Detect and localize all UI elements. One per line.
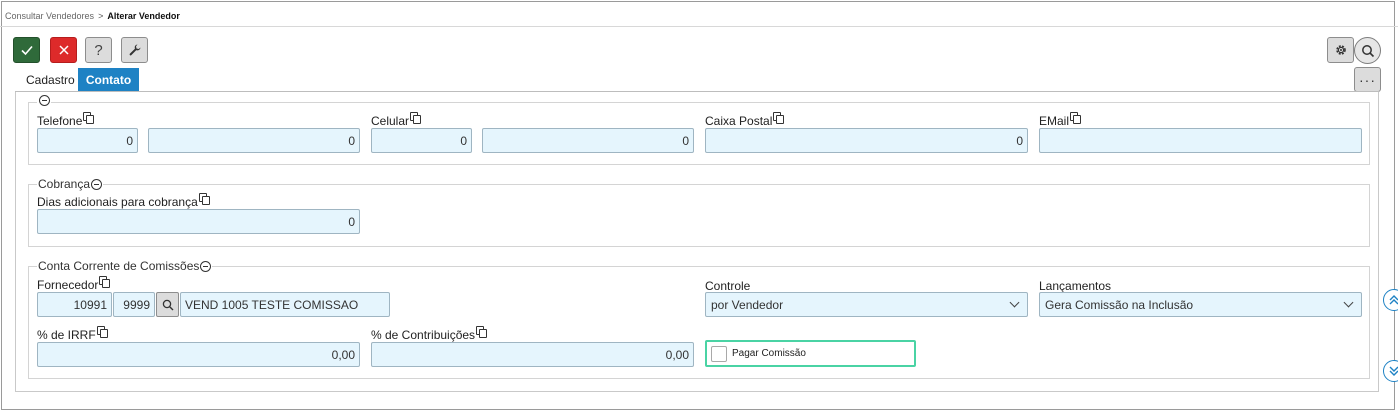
cobranca-legend: Cobrança [37,177,104,191]
help-button[interactable]: ? [85,37,112,63]
fornecedor-loja-input[interactable]: 9999 [113,292,155,317]
fornecedor-label-text: Fornecedor [37,278,99,292]
tab-contato[interactable]: Contato [78,68,139,91]
collapse-icon[interactable] [91,178,103,190]
copy-icon[interactable] [1070,112,1082,124]
chevron-down-icon [1009,297,1020,308]
comissoes-legend: Conta Corrente de Comissões [37,259,213,273]
contribuicoes-input[interactable]: 0,00 [371,342,694,367]
pagar-comissao-label: Pagar Comissão [732,348,806,359]
tools-button[interactable] [121,37,148,63]
ellipsis-icon: ··· [1359,71,1376,88]
wrench-icon [129,44,140,56]
email-label: EMail [1039,112,1082,128]
search-icon [1361,44,1374,57]
email-input[interactable] [1039,128,1362,153]
telefone-label-text: Telefone [37,114,83,128]
telefone-label: Telefone [37,112,95,128]
controle-select[interactable]: por Vendedor [705,292,1028,317]
controle-selected-value: por Vendedor [711,297,784,312]
search-button[interactable] [1354,37,1381,64]
telefone-ddd-input[interactable]: 0 [37,128,138,153]
more-options-button[interactable]: ··· [1354,67,1381,92]
lancamentos-selected-value: Gera Comissão na Inclusão [1045,297,1194,312]
caixa-postal-input[interactable]: 0 [705,128,1028,153]
collapse-icon[interactable] [200,260,212,272]
search-icon [162,299,173,310]
comissoes-legend-text: Conta Corrente de Comissões [38,259,200,273]
celular-numero-input[interactable]: 0 [482,128,694,153]
fornecedor-lookup-button[interactable] [156,292,179,317]
dias-cobranca-label-text: Dias adicionais para cobrança [37,195,198,209]
checkbox-box[interactable] [711,345,727,362]
cancel-button[interactable] [50,37,77,63]
copy-icon[interactable] [410,112,422,124]
copy-icon[interactable] [198,193,210,205]
copy-icon[interactable] [476,326,488,338]
email-label-text: EMail [1039,114,1070,128]
double-chevron-up-icon [1389,295,1398,305]
celular-label: Celular [371,112,422,128]
lancamentos-select[interactable]: Gera Comissão na Inclusão [1039,292,1362,317]
fornecedor-nome-input[interactable]: VEND 1005 TESTE COMISSAO [180,292,390,317]
lancamentos-label: Lançamentos [1039,279,1112,293]
check-icon [20,45,33,56]
irrf-label: % de IRRF [37,326,108,342]
close-icon [58,45,69,55]
tab-cadastro[interactable]: Cadastro [16,68,85,91]
copy-icon[interactable] [773,112,785,124]
breadcrumb-current: Alterar Vendedor [107,11,180,21]
copy-icon[interactable] [99,276,111,288]
chevron-down-icon [1343,297,1354,308]
cobranca-legend-text: Cobrança [38,177,91,191]
gear-icon [1335,45,1346,55]
confirm-button[interactable] [13,37,40,63]
scroll-down-button[interactable] [1383,360,1398,382]
controle-label: Controle [705,279,751,293]
contact-legend [37,95,51,106]
settings-button[interactable] [1327,37,1354,63]
dias-cobranca-input[interactable]: 0 [37,209,360,234]
header-divider [0,26,1398,27]
breadcrumb: Consultar Vendedores > Alterar Vendedor [5,11,180,21]
fornecedor-label: Fornecedor [37,276,111,292]
pagar-comissao-checkbox[interactable]: Pagar Comissão [705,340,916,367]
caixa-postal-label-text: Caixa Postal [705,114,773,128]
dias-cobranca-label: Dias adicionais para cobrança [37,193,210,209]
copy-icon[interactable] [83,112,95,124]
scroll-up-button[interactable] [1383,289,1398,311]
irrf-input[interactable]: 0,00 [37,342,360,367]
contribuicoes-label: % de Contribuições [371,326,488,342]
copy-icon[interactable] [96,326,108,338]
contribuicoes-label-text: % de Contribuições [371,328,476,342]
breadcrumb-parent[interactable]: Consultar Vendedores [5,11,94,21]
breadcrumb-separator: > [98,11,104,21]
collapse-icon[interactable] [39,95,50,106]
double-chevron-down-icon [1389,366,1398,376]
caixa-postal-label: Caixa Postal [705,112,785,128]
telefone-numero-input[interactable]: 0 [148,128,360,153]
help-icon: ? [94,41,103,59]
irrf-label-text: % de IRRF [37,328,96,342]
celular-label-text: Celular [371,114,410,128]
fornecedor-codigo-input[interactable]: 10991 [37,292,112,317]
celular-ddd-input[interactable]: 0 [371,128,472,153]
